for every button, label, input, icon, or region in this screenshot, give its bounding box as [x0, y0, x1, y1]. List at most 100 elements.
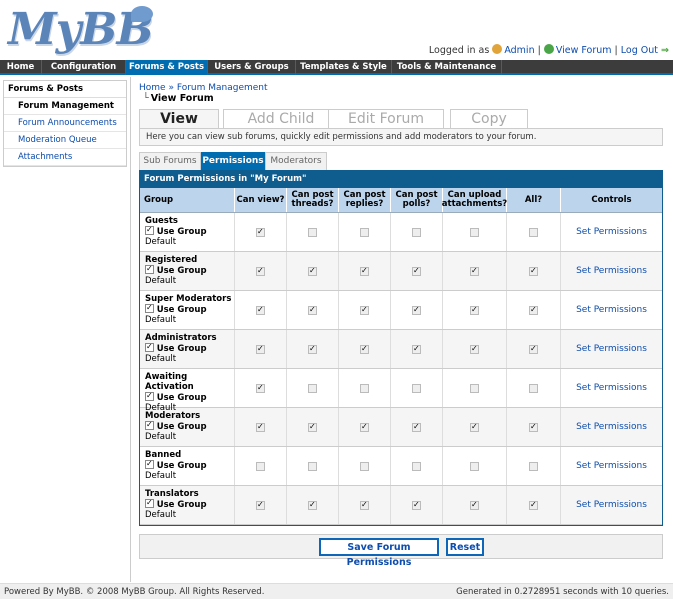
- can-post-threads-checkbox[interactable]: [308, 500, 317, 510]
- use-group-default-checkbox[interactable]: [145, 459, 154, 469]
- use-group-default-label-2: Default: [145, 471, 177, 481]
- all-checkbox[interactable]: [529, 383, 538, 393]
- user-link[interactable]: Admin: [504, 45, 534, 56]
- can-post-replies-checkbox[interactable]: [360, 422, 369, 432]
- can-post-polls-checkbox[interactable]: [412, 383, 421, 393]
- can-post-replies-checkbox[interactable]: [360, 227, 369, 237]
- can-post-threads-checkbox[interactable]: [308, 422, 317, 432]
- logout-link[interactable]: Log Out: [621, 45, 658, 56]
- all-checkbox[interactable]: [529, 344, 538, 354]
- can-upload-attachments-checkbox[interactable]: [470, 461, 479, 471]
- use-group-default-checkbox[interactable]: [145, 420, 154, 430]
- use-group-default-checkbox[interactable]: [145, 303, 154, 313]
- can-post-replies-checkbox[interactable]: [360, 383, 369, 393]
- breadcrumb-home[interactable]: Home: [139, 83, 166, 93]
- can-post-threads-checkbox[interactable]: [308, 461, 317, 471]
- sidebar-item-forum-announcements[interactable]: Forum Announcements: [4, 115, 126, 132]
- can-view-checkbox[interactable]: [256, 461, 265, 471]
- set-permissions-link[interactable]: Set Permissions: [576, 344, 647, 354]
- set-permissions-link[interactable]: Set Permissions: [576, 383, 647, 393]
- set-permissions-link[interactable]: Set Permissions: [576, 461, 647, 471]
- can-post-polls-checkbox[interactable]: [412, 266, 421, 276]
- can-post-polls-checkbox[interactable]: [412, 305, 421, 315]
- main-nav: Home Configuration Forums & Posts Users …: [0, 60, 673, 75]
- can-post-replies-checkbox[interactable]: [360, 344, 369, 354]
- group-name: Banned: [145, 450, 182, 460]
- all-checkbox[interactable]: [529, 305, 538, 315]
- use-group-default-checkbox[interactable]: [145, 391, 154, 401]
- all-checkbox[interactable]: [529, 461, 538, 471]
- nav-users-groups[interactable]: Users & Groups: [208, 60, 296, 75]
- can-view-checkbox[interactable]: [256, 344, 265, 354]
- tab-edit-forum-settings[interactable]: Edit Forum Settings: [328, 109, 444, 145]
- use-group-default-checkbox[interactable]: [145, 342, 154, 352]
- can-post-replies-checkbox[interactable]: [360, 266, 369, 276]
- sidebar-item-forum-management[interactable]: Forum Management: [4, 98, 126, 115]
- sidebar-item-attachments[interactable]: Attachments: [4, 149, 126, 166]
- can-view-checkbox[interactable]: [256, 305, 265, 315]
- use-group-default-checkbox[interactable]: [145, 225, 154, 235]
- can-post-threads-checkbox[interactable]: [308, 344, 317, 354]
- can-post-polls-checkbox[interactable]: [412, 422, 421, 432]
- can-post-polls-checkbox[interactable]: [412, 227, 421, 237]
- controls-cell: Set Permissions: [561, 408, 662, 446]
- controls-cell: Set Permissions: [561, 213, 662, 251]
- tab-view-forum[interactable]: View Forum: [139, 109, 219, 145]
- use-group-default-label: Use Group: [156, 305, 207, 315]
- can-upload-attachments-checkbox[interactable]: [470, 383, 479, 393]
- can-upload-attachments-checkbox[interactable]: [470, 344, 479, 354]
- tab-copy-forum[interactable]: Copy Forum: [450, 109, 528, 145]
- set-permissions-link[interactable]: Set Permissions: [576, 266, 647, 276]
- tab-moderators[interactable]: Moderators: [265, 152, 327, 170]
- all-checkbox[interactable]: [529, 227, 538, 237]
- set-permissions-link[interactable]: Set Permissions: [576, 500, 647, 510]
- can-view-checkbox[interactable]: [256, 266, 265, 276]
- can-upload-attachments-checkbox[interactable]: [470, 500, 479, 510]
- group-name: Moderators: [145, 411, 201, 421]
- can-view-checkbox[interactable]: [256, 227, 265, 237]
- nav-templates-style[interactable]: Templates & Style: [296, 60, 392, 75]
- perm-cell: [507, 291, 561, 329]
- nav-configuration[interactable]: Configuration: [42, 60, 126, 75]
- nav-tools-maintenance[interactable]: Tools & Maintenance: [392, 60, 502, 75]
- use-group-default-checkbox[interactable]: [145, 498, 154, 508]
- can-view-checkbox[interactable]: [256, 383, 265, 393]
- can-upload-attachments-checkbox[interactable]: [470, 422, 479, 432]
- can-post-threads-checkbox[interactable]: [308, 383, 317, 393]
- can-post-replies-checkbox[interactable]: [360, 461, 369, 471]
- can-upload-attachments-checkbox[interactable]: [470, 227, 479, 237]
- can-post-replies-checkbox[interactable]: [360, 500, 369, 510]
- all-checkbox[interactable]: [529, 422, 538, 432]
- user-icon: [492, 44, 503, 54]
- set-permissions-link[interactable]: Set Permissions: [576, 227, 647, 237]
- reset-button[interactable]: Reset: [446, 538, 484, 556]
- tab-sub-forums[interactable]: Sub Forums: [139, 152, 201, 170]
- sidebar-item-moderation-queue[interactable]: Moderation Queue: [4, 132, 126, 149]
- use-group-default-checkbox[interactable]: [145, 264, 154, 274]
- can-post-polls-checkbox[interactable]: [412, 344, 421, 354]
- set-permissions-link[interactable]: Set Permissions: [576, 305, 647, 315]
- all-checkbox[interactable]: [529, 500, 538, 510]
- breadcrumb-forum-management[interactable]: Forum Management: [177, 83, 268, 93]
- can-view-checkbox[interactable]: [256, 422, 265, 432]
- can-upload-attachments-checkbox[interactable]: [470, 305, 479, 315]
- all-checkbox[interactable]: [529, 266, 538, 276]
- can-view-checkbox[interactable]: [256, 500, 265, 510]
- header: MyBB Logged in as Admin | View Forum | L…: [0, 0, 673, 60]
- can-post-replies-checkbox[interactable]: [360, 305, 369, 315]
- can-upload-attachments-checkbox[interactable]: [470, 266, 479, 276]
- tab-add-child-forum[interactable]: Add Child Forum: [223, 109, 339, 145]
- can-post-threads-checkbox[interactable]: [308, 266, 317, 276]
- view-forum-link[interactable]: View Forum: [556, 45, 612, 56]
- can-post-polls-checkbox[interactable]: [412, 461, 421, 471]
- can-post-threads-checkbox[interactable]: [308, 305, 317, 315]
- can-post-polls-checkbox[interactable]: [412, 500, 421, 510]
- can-post-threads-checkbox[interactable]: [308, 227, 317, 237]
- nav-forums-posts[interactable]: Forums & Posts: [126, 60, 208, 75]
- save-forum-permissions-button[interactable]: Save Forum Permissions: [319, 538, 439, 568]
- set-permissions-link[interactable]: Set Permissions: [576, 422, 647, 432]
- perm-cell: [391, 447, 443, 485]
- nav-home[interactable]: Home: [0, 60, 42, 75]
- perm-cell: [443, 252, 507, 290]
- tab-permissions[interactable]: Permissions: [201, 152, 265, 170]
